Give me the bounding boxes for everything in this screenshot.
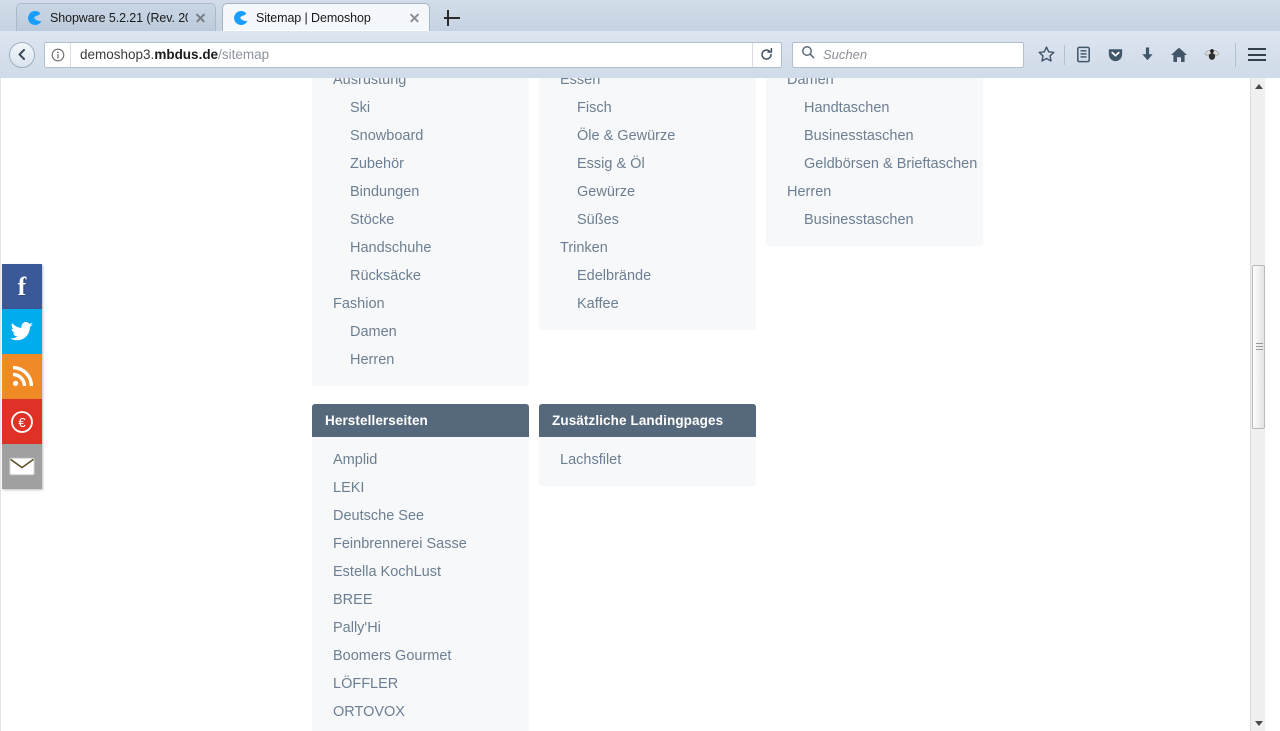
home-icon[interactable] bbox=[1163, 40, 1195, 70]
downloads-icon[interactable] bbox=[1131, 40, 1163, 70]
landingpage-link[interactable]: Lachsfilet bbox=[539, 446, 756, 474]
sitemap-link[interactable]: Fashion bbox=[312, 290, 529, 318]
sitemap-link[interactable]: Süßes bbox=[539, 206, 756, 234]
arrow-left-icon bbox=[15, 47, 30, 62]
scrollbar-grip bbox=[1256, 343, 1263, 351]
twitter-icon[interactable] bbox=[2, 309, 42, 354]
hamburger-menu-icon[interactable] bbox=[1242, 42, 1272, 68]
sitemap-link[interactable]: Edelbrände bbox=[539, 262, 756, 290]
search-placeholder: Suchen bbox=[823, 47, 867, 62]
shopware-favicon bbox=[27, 10, 43, 26]
tree-panel: Damen Handtaschen Businesstaschen Geldbö… bbox=[766, 78, 983, 246]
sitemap-link[interactable]: Fisch bbox=[539, 94, 756, 122]
url-domain: mbdus.de bbox=[154, 47, 218, 62]
back-button[interactable] bbox=[9, 42, 35, 68]
scroll-up-arrow-icon[interactable] bbox=[1251, 78, 1266, 94]
sitemap-link[interactable]: Öle & Gewürze bbox=[539, 122, 756, 150]
pocket-icon[interactable] bbox=[1099, 40, 1131, 70]
euro-icon[interactable]: € bbox=[2, 399, 42, 444]
close-icon[interactable] bbox=[192, 9, 209, 26]
url-prefix: demoshop3. bbox=[80, 47, 154, 62]
sitemap-link[interactable]: Rücksäcke bbox=[312, 262, 529, 290]
sitemap-link[interactable]: Gewürze bbox=[539, 178, 756, 206]
library-icon[interactable] bbox=[1067, 40, 1099, 70]
sitemap-link[interactable]: Kaffee bbox=[539, 290, 756, 318]
close-icon[interactable] bbox=[406, 9, 423, 26]
scroll-down-arrow-icon[interactable] bbox=[1251, 715, 1266, 731]
sitemap-link[interactable]: Bindungen bbox=[312, 178, 529, 206]
navigation-toolbar: demoshop3.mbdus.de/sitemap Suchen bbox=[0, 31, 1280, 78]
sitemap-link[interactable]: Businesstaschen bbox=[766, 206, 983, 234]
new-tab-button[interactable] bbox=[440, 6, 464, 30]
panel-title: Herstellerseiten bbox=[312, 404, 529, 437]
menu-divider bbox=[1235, 43, 1236, 67]
tab-title: Shopware 5.2.21 (Rev. 2017… bbox=[50, 11, 188, 25]
search-icon bbox=[801, 45, 815, 64]
sitemap-link[interactable]: Geldbörsen & Brieftaschen bbox=[766, 150, 983, 178]
reload-icon[interactable] bbox=[752, 43, 780, 67]
facebook-icon[interactable]: f bbox=[2, 264, 42, 309]
sitemap-tree-column-3: Damen Handtaschen Businesstaschen Geldbö… bbox=[766, 78, 983, 246]
sitemap-link[interactable]: Ski bbox=[312, 94, 529, 122]
sitemap-link[interactable]: Ausrüstung bbox=[312, 78, 529, 94]
sitemap-link[interactable]: Zubehör bbox=[312, 150, 529, 178]
manufacturer-link[interactable]: Boomers Gourmet bbox=[312, 642, 529, 670]
tree-panel: Essen Fisch Öle & Gewürze Essig & Öl Gew… bbox=[539, 78, 756, 330]
manufacturer-link[interactable]: Amplid bbox=[312, 446, 529, 474]
scrollbar-thumb[interactable] bbox=[1252, 265, 1265, 429]
sitemap-link[interactable]: Snowboard bbox=[312, 122, 529, 150]
sitemap-link[interactable]: Essig & Öl bbox=[539, 150, 756, 178]
sitemap-tree-column-2: Essen Fisch Öle & Gewürze Essig & Öl Gew… bbox=[539, 78, 756, 330]
browser-chrome: Shopware 5.2.21 (Rev. 2017… Sitemap | De… bbox=[0, 0, 1280, 78]
url-text: demoshop3.mbdus.de/sitemap bbox=[71, 47, 752, 62]
manufacturer-link[interactable]: LEKI bbox=[312, 474, 529, 502]
sitemap-link[interactable]: Damen bbox=[766, 78, 983, 94]
manufacturer-link[interactable]: Estella KochLust bbox=[312, 558, 529, 586]
manufacturer-link[interactable]: Feinbrennerei Sasse bbox=[312, 530, 529, 558]
sitemap-link[interactable]: Stöcke bbox=[312, 206, 529, 234]
toolbar-icon-group bbox=[1030, 40, 1272, 70]
sitemap-page: f € bbox=[0, 78, 1265, 731]
landingpage-panel: Zusätzliche Landingpages Lachsfilet bbox=[539, 404, 756, 486]
manufacturer-link[interactable]: Deutsche See bbox=[312, 502, 529, 530]
page-viewport: f € bbox=[0, 78, 1280, 731]
page-scrollbar[interactable] bbox=[1250, 78, 1265, 731]
panel-title: Zusätzliche Landingpages bbox=[539, 404, 756, 437]
sitemap-link[interactable]: Trinken bbox=[539, 234, 756, 262]
sitemap-link[interactable]: Herren bbox=[766, 178, 983, 206]
firebug-icon[interactable] bbox=[1195, 40, 1227, 70]
url-path: /sitemap bbox=[218, 47, 269, 62]
info-icon[interactable] bbox=[45, 43, 71, 67]
shopware-favicon bbox=[233, 10, 249, 26]
manufacturer-link[interactable]: BREE bbox=[312, 586, 529, 614]
tab-title: Sitemap | Demoshop bbox=[256, 11, 402, 25]
manufacturer-link[interactable]: ORTOVOX bbox=[312, 698, 529, 726]
tab-strip: Shopware 5.2.21 (Rev. 2017… Sitemap | De… bbox=[0, 0, 1280, 31]
sitemap-tree-column-1: Ausrüstung Ski Snowboard Zubehör Bindung… bbox=[312, 78, 529, 386]
tree-panel: Ausrüstung Ski Snowboard Zubehör Bindung… bbox=[312, 78, 529, 386]
panel-body: Lachsfilet bbox=[539, 437, 756, 486]
toolbar-divider bbox=[1064, 45, 1065, 65]
browser-tab-shopware[interactable]: Shopware 5.2.21 (Rev. 2017… bbox=[16, 3, 216, 31]
bookmark-star-icon[interactable] bbox=[1030, 40, 1062, 70]
url-bar[interactable]: demoshop3.mbdus.de/sitemap bbox=[44, 42, 782, 68]
browser-tab-sitemap[interactable]: Sitemap | Demoshop bbox=[222, 3, 430, 31]
rss-icon[interactable] bbox=[2, 354, 42, 399]
manufacturer-link[interactable]: LÖFFLER bbox=[312, 670, 529, 698]
sitemap-link[interactable]: Handtaschen bbox=[766, 94, 983, 122]
svg-text:€: € bbox=[18, 415, 26, 430]
sitemap-link[interactable]: Handschuhe bbox=[312, 234, 529, 262]
manufacturer-panel: Herstellerseiten Amplid LEKI Deutsche Se… bbox=[312, 404, 529, 731]
sitemap-link[interactable]: Essen bbox=[539, 78, 756, 94]
search-input[interactable]: Suchen bbox=[792, 42, 1024, 68]
sitemap-link[interactable]: Businesstaschen bbox=[766, 122, 983, 150]
mail-icon[interactable] bbox=[2, 444, 42, 489]
panel-body: Amplid LEKI Deutsche See Feinbrennerei S… bbox=[312, 437, 529, 731]
sitemap-link[interactable]: Herren bbox=[312, 346, 529, 374]
manufacturer-link[interactable]: Pally'Hi bbox=[312, 614, 529, 642]
social-sidebar: f € bbox=[2, 264, 42, 489]
sitemap-link[interactable]: Damen bbox=[312, 318, 529, 346]
